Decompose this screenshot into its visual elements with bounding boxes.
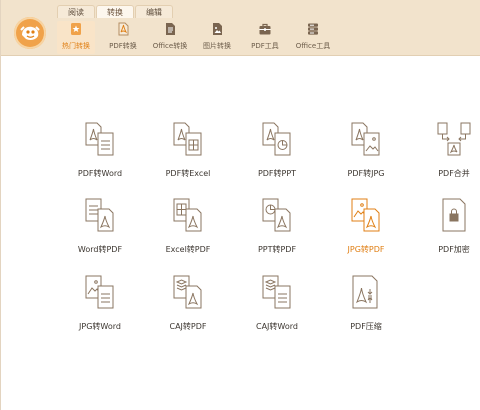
feature-label: JPG转Word bbox=[79, 322, 121, 331]
tab-convert[interactable]: 转换 bbox=[96, 5, 134, 18]
feature-grid: PDF转Word PDF转Excel PDF转PPT PDF转JPG PDF合并… bbox=[1, 57, 480, 410]
app-window: 阅读 转换 编辑 热门转换 PDF转换 Office转换 图片转换 PDF工具 … bbox=[0, 0, 480, 410]
feature-caj-to-pdf[interactable]: CAJ转PDF bbox=[149, 274, 227, 332]
tool-label: Office工具 bbox=[295, 42, 331, 50]
feature-label: JPG转PDF bbox=[347, 245, 385, 254]
feature-label: Excel转PDF bbox=[165, 245, 211, 254]
star-doc-icon bbox=[71, 23, 81, 35]
image-doc-icon bbox=[213, 23, 222, 35]
excel-to-pdf-icon bbox=[173, 198, 202, 232]
feature-pdf-to-ppt[interactable]: PDF转PPT bbox=[238, 121, 316, 179]
pdf-to-word-icon bbox=[85, 122, 114, 156]
tool-image-convert[interactable]: 图片转换 bbox=[200, 21, 234, 54]
pdf-to-ppt-icon bbox=[262, 122, 291, 156]
feature-label: PDF压缩 bbox=[350, 322, 382, 331]
tool-label: PDF工具 bbox=[251, 42, 279, 50]
tab-read[interactable]: 阅读 bbox=[57, 5, 95, 18]
app-logo-icon[interactable] bbox=[14, 17, 46, 49]
toolbox-icon bbox=[259, 23, 271, 35]
feature-caj-to-word[interactable]: CAJ转Word bbox=[238, 274, 316, 332]
feature-label: PDF加密 bbox=[438, 245, 470, 254]
caj-to-word-icon bbox=[262, 275, 291, 309]
tool-office-tools[interactable]: Office工具 bbox=[294, 21, 332, 54]
feature-pdf-compress[interactable]: PDF压缩 bbox=[327, 274, 405, 332]
tab-edit[interactable]: 编辑 bbox=[135, 5, 173, 18]
word-to-pdf-icon bbox=[85, 198, 114, 232]
tool-pdf-tools[interactable]: PDF工具 bbox=[248, 21, 282, 54]
office-doc-icon bbox=[166, 23, 175, 35]
feature-label: CAJ转PDF bbox=[169, 322, 207, 331]
feature-jpg-to-word[interactable]: JPG转Word bbox=[61, 274, 139, 332]
feature-pdf-to-word[interactable]: PDF转Word bbox=[61, 121, 139, 179]
pdf-encrypt-icon bbox=[442, 198, 466, 232]
tool-hot-convert[interactable]: 热门转换 bbox=[57, 21, 95, 54]
ribbon-toolbar: 阅读 转换 编辑 热门转换 PDF转换 Office转换 图片转换 PDF工具 … bbox=[1, 0, 480, 56]
feature-pdf-merge[interactable]: PDF合并 bbox=[415, 121, 480, 179]
feature-ppt-to-pdf[interactable]: PPT转PDF bbox=[238, 197, 316, 255]
pdf-merge-icon bbox=[437, 122, 471, 156]
feature-pdf-to-excel[interactable]: PDF转Excel bbox=[149, 121, 227, 179]
tool-pdf-convert[interactable]: PDF转换 bbox=[105, 21, 141, 54]
tool-label: PDF转换 bbox=[109, 42, 137, 50]
jpg-to-word-icon bbox=[85, 275, 114, 309]
pdf-to-jpg-icon bbox=[351, 122, 380, 156]
pdf-to-excel-icon bbox=[173, 122, 202, 156]
tool-label: Office转换 bbox=[152, 42, 188, 50]
feature-pdf-encrypt[interactable]: PDF加密 bbox=[415, 197, 480, 255]
feature-label: Word转PDF bbox=[77, 245, 123, 254]
top-tab-bar: 阅读 转换 编辑 bbox=[57, 5, 174, 18]
feature-label: PDF转Word bbox=[77, 169, 123, 178]
database-icon bbox=[308, 23, 318, 35]
feature-label: CAJ转Word bbox=[256, 322, 298, 331]
jpg-to-pdf-icon bbox=[351, 198, 380, 232]
caj-to-pdf-icon bbox=[173, 275, 202, 309]
pdf-compress-icon bbox=[352, 275, 378, 309]
feature-label: PDF合并 bbox=[438, 169, 470, 178]
feature-excel-to-pdf[interactable]: Excel转PDF bbox=[149, 197, 227, 255]
feature-jpg-to-pdf[interactable]: JPG转PDF bbox=[327, 197, 405, 255]
pdf-doc-icon bbox=[118, 22, 129, 36]
tool-label: 图片转换 bbox=[203, 42, 231, 50]
tool-label: 热门转换 bbox=[62, 42, 90, 50]
feature-word-to-pdf[interactable]: Word转PDF bbox=[61, 197, 139, 255]
tool-office-convert[interactable]: Office转换 bbox=[149, 21, 191, 54]
feature-label: PDF转Excel bbox=[165, 169, 211, 178]
feature-label: PPT转PDF bbox=[257, 245, 297, 254]
feature-label: PDF转PPT bbox=[257, 169, 297, 178]
ppt-to-pdf-icon bbox=[262, 198, 291, 232]
feature-pdf-to-jpg[interactable]: PDF转JPG bbox=[327, 121, 405, 179]
feature-label: PDF转JPG bbox=[347, 169, 385, 178]
